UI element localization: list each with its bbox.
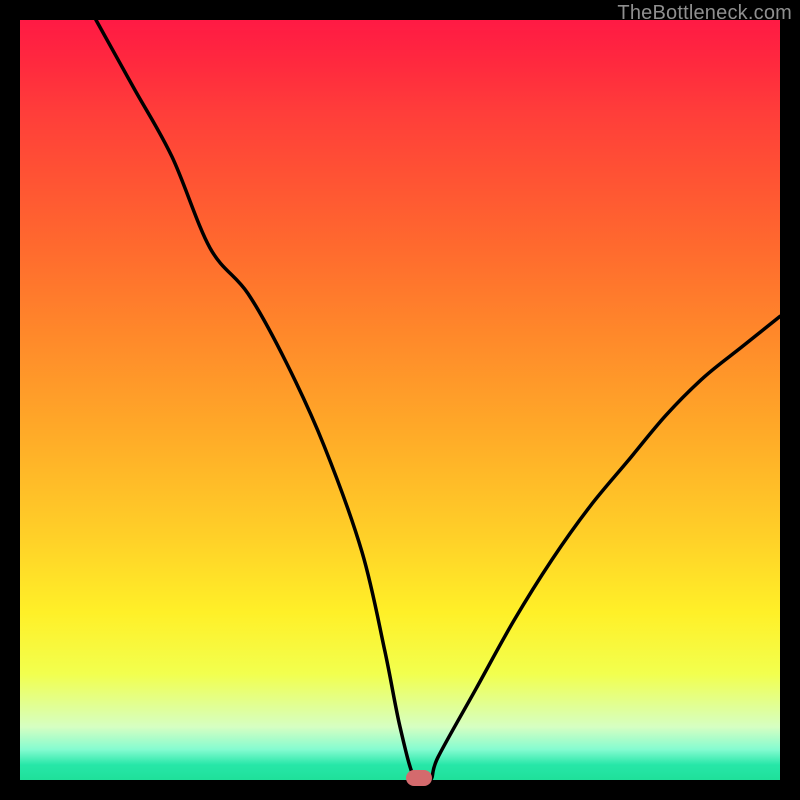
- minimum-marker: [406, 770, 433, 785]
- chart-root: TheBottleneck.com: [0, 0, 800, 800]
- bottleneck-curve: [20, 20, 780, 780]
- plot-area: [20, 20, 780, 780]
